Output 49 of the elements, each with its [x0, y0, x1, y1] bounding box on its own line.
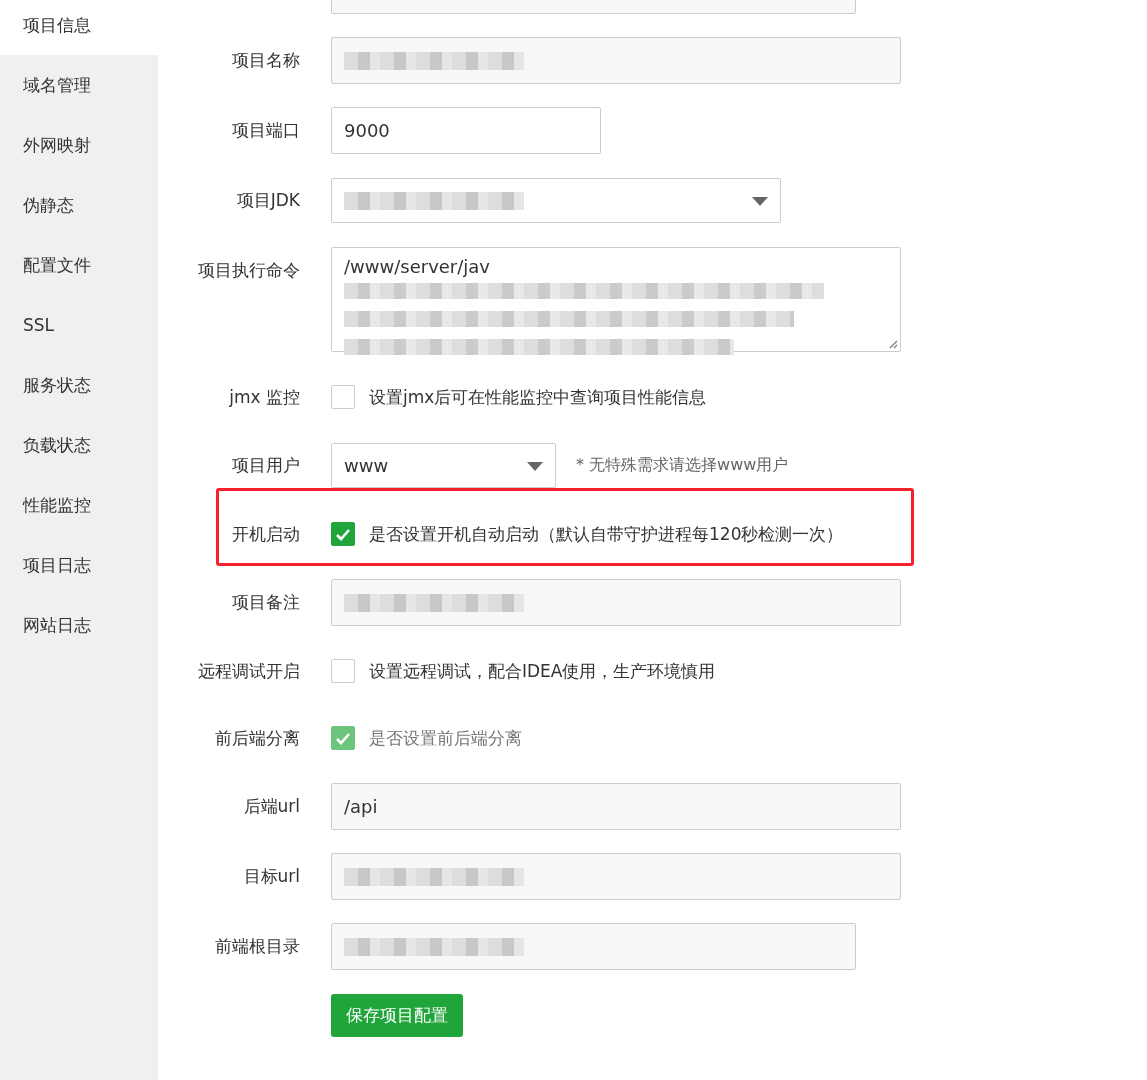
check-icon	[335, 731, 351, 745]
sidebar-item[interactable]: 伪静态	[0, 180, 158, 235]
field-label: jmx 监控	[229, 386, 300, 407]
sidebar-item[interactable]: 网站日志	[0, 600, 158, 655]
checkbox-label: 是否设置前后端分离	[369, 726, 522, 750]
caret-icon	[527, 462, 543, 471]
field-label: 开机启动	[232, 523, 300, 544]
field-label: 远程调试开启	[198, 660, 300, 681]
checkbox[interactable]	[331, 659, 355, 683]
select-field[interactable]: www	[331, 443, 556, 488]
field-value: /www/server/jav	[344, 256, 491, 277]
sidebar-item[interactable]: 性能监控	[0, 480, 158, 535]
hint-text: * 无特殊需求请选择www用户	[576, 455, 789, 476]
sidebar-item[interactable]: 服务状态	[0, 360, 158, 415]
sidebar-item[interactable]: 域名管理	[0, 60, 158, 115]
field-value: /api	[344, 796, 378, 817]
field-label: 项目名称	[232, 50, 300, 70]
field-value: 9000	[344, 120, 390, 141]
field-label: 前后端分离	[215, 727, 300, 748]
field-label: 目标url	[243, 866, 300, 886]
field-label: 项目端口	[232, 120, 300, 140]
sidebar-item[interactable]: 项目日志	[0, 540, 158, 595]
sidebar-item[interactable]: 负载状态	[0, 420, 158, 475]
resize-grip-icon	[888, 339, 898, 349]
checkbox[interactable]	[331, 522, 355, 546]
sidebar-item[interactable]: 配置文件	[0, 240, 158, 295]
checkbox-label: 是否设置开机自动启动（默认自带守护进程每120秒检测一次）	[369, 522, 844, 546]
field-label: 后端url	[243, 796, 300, 816]
input-field[interactable]	[331, 923, 856, 970]
field-label: 项目执行命令	[198, 260, 300, 280]
field-label: 前端根目录	[215, 936, 300, 956]
caret-icon	[752, 197, 768, 206]
checkbox-label: 设置远程调试，配合IDEA使用，生产环境慎用	[369, 659, 716, 683]
input-field[interactable]: 9000	[331, 107, 601, 154]
command-textarea[interactable]: /www/server/jav	[331, 247, 901, 352]
input-field[interactable]	[331, 853, 901, 900]
field-label: 项目JDK	[236, 190, 300, 210]
sidebar-item[interactable]: SSL	[0, 300, 158, 355]
input-field[interactable]	[331, 37, 901, 84]
checkbox[interactable]	[331, 385, 355, 409]
field-label: 项目备注	[232, 592, 300, 612]
sidebar-item[interactable]: 外网映射	[0, 120, 158, 175]
sidebar-item[interactable]: 项目信息	[0, 0, 158, 55]
select-field[interactable]	[331, 178, 781, 223]
field-label: 项目用户	[232, 455, 300, 475]
checkbox-label: 设置jmx后可在性能监控中查询项目性能信息	[369, 385, 707, 409]
check-icon	[335, 527, 351, 541]
input-field[interactable]	[331, 579, 901, 626]
input-field[interactable]: /api	[331, 783, 901, 830]
